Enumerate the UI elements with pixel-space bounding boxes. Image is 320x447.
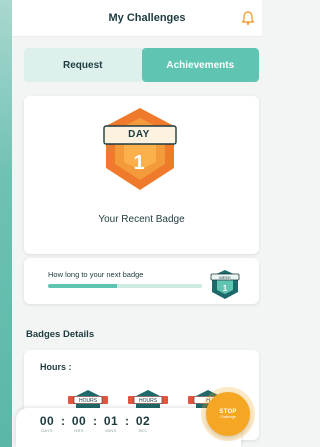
tab-bar: Request Achievements — [24, 48, 259, 82]
hour-badge-label: HOURS — [79, 398, 98, 404]
timer-mins-unit: MINS — [105, 428, 117, 433]
stop-button-sublabel: Challenge — [220, 415, 236, 419]
timer-sec: 02 SEC — [132, 414, 154, 433]
mini-badge-label: WEEK — [219, 275, 231, 280]
tab-achievements[interactable]: Achievements — [141, 48, 259, 82]
badges-details-title: Badges Details — [26, 329, 95, 340]
week-badge-icon: WEEK 1 — [210, 270, 240, 299]
next-badge-card: How long to your next badge WEEK 1 — [24, 258, 259, 304]
mini-badge-number: 1 — [223, 284, 228, 293]
timer-days-value: 00 — [39, 414, 55, 428]
timer-hrs-unit: HRS — [74, 428, 84, 433]
next-badge-label: How long to your next badge — [48, 270, 144, 279]
badge-day-number: 1 — [133, 152, 145, 174]
timer-colon: : — [61, 414, 65, 428]
tab-request[interactable]: Request — [24, 48, 142, 82]
recent-badge-card: DAY 1 Your Recent Badge — [24, 96, 259, 254]
bell-icon[interactable] — [240, 10, 256, 26]
badge-day-label: DAY — [128, 129, 150, 140]
timer-mins: 01 MINS — [100, 414, 122, 433]
app-header: My Challenges — [12, 0, 262, 37]
day-badge-icon — [103, 108, 177, 190]
timer-mins-value: 01 — [103, 414, 119, 428]
next-badge-progress — [48, 284, 202, 288]
timer-sec-value: 02 — [135, 414, 151, 428]
timer-colon: : — [125, 414, 129, 428]
background-strip — [0, 0, 12, 447]
timer-colon: : — [93, 414, 97, 428]
stop-challenge-button[interactable]: STOP Challenge — [206, 392, 250, 436]
recent-badge-caption: Your Recent Badge — [98, 214, 185, 225]
timer-hrs-value: 00 — [71, 414, 87, 428]
timer-days-unit: DAYS — [41, 428, 53, 433]
timer-days: 00 DAYS — [36, 414, 58, 433]
page-title: My Challenges — [108, 12, 186, 24]
timer-hrs: 00 HRS — [68, 414, 90, 433]
progress-fill — [48, 284, 118, 288]
timer-sec-unit: SEC — [138, 428, 148, 433]
hour-badge-label: HOURS — [139, 398, 158, 404]
hours-label: Hours : — [40, 362, 72, 372]
